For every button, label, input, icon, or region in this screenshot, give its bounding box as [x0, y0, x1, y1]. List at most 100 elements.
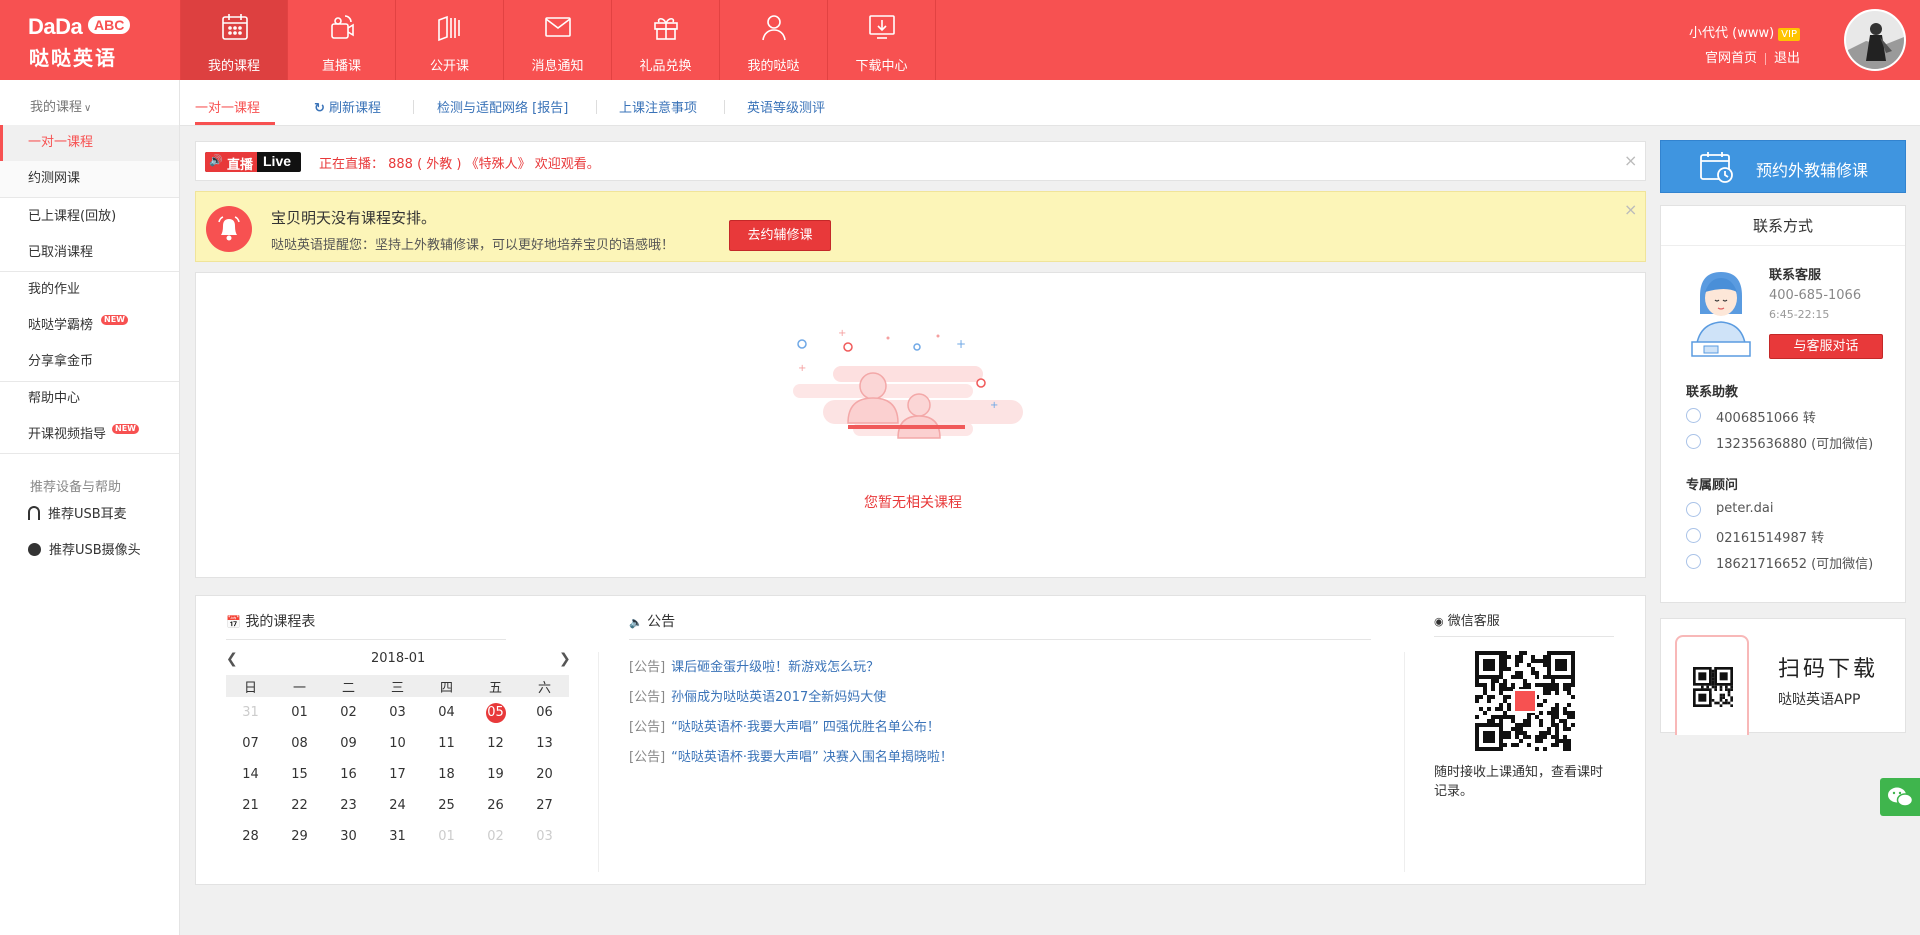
calendar-day[interactable]: 03 [520, 821, 569, 852]
calendar-day[interactable]: 01 [422, 821, 471, 852]
calendar-day[interactable]: 01 [275, 697, 324, 728]
calendar-day[interactable]: 30 [324, 821, 373, 852]
calendar-day[interactable]: 24 [373, 790, 422, 821]
divider [1404, 652, 1405, 872]
announce-item[interactable]: [公告] 孙俪成为哒哒英语2017全新妈妈大使 [629, 686, 886, 705]
nav-open-class[interactable]: 公开课 [396, 0, 504, 80]
live-text[interactable]: 正在直播： 888 ( 外教 ) 《特殊人》 欢迎观看。 [319, 153, 600, 172]
sidebar-item-help-center[interactable]: 帮助中心 [0, 381, 179, 417]
next-month-button[interactable]: ❯ [559, 651, 571, 667]
calendar-day[interactable]: 09 [324, 728, 373, 759]
announce-tag: [公告] [629, 660, 666, 675]
calendar-icon [222, 14, 248, 40]
tab-class-notes[interactable]: 上课注意事项 [619, 97, 697, 116]
nav-my-dada[interactable]: 我的哒哒 [720, 0, 828, 80]
calendar-day[interactable]: 05 [471, 697, 520, 728]
floating-wechat-button[interactable] [1880, 778, 1920, 816]
tab-refresh[interactable]: ↻ 刷新课程 [314, 97, 381, 116]
wechat-icon: ◉ [1434, 615, 1444, 628]
calendar-day[interactable]: 11 [422, 728, 471, 759]
close-icon[interactable]: × [1624, 200, 1637, 219]
calendar-day[interactable]: 29 [275, 821, 324, 852]
tab-level-test[interactable]: 英语等级测评 [747, 97, 825, 116]
calendar-day[interactable]: 07 [226, 728, 275, 759]
sidebar-item-leaderboard[interactable]: 哒哒学霸榜 NEW [0, 308, 179, 344]
calendar-day[interactable]: 28 [226, 821, 275, 852]
phone-icon [1686, 408, 1701, 423]
chat-service-button[interactable]: 与客服对话 [1769, 334, 1883, 359]
avatar[interactable] [1844, 9, 1906, 71]
nav-gift-exchange[interactable]: 礼品兑换 [612, 0, 720, 80]
calendar-day[interactable]: 02 [471, 821, 520, 852]
sidebar-item-past-courses[interactable]: 已上课程(回放) [0, 199, 179, 235]
book-foreign-tutor-button[interactable]: 预约外教辅修课 [1660, 140, 1906, 193]
announce-item[interactable]: [公告] “哒哒英语杯·我要大声唱” 决赛入围名单揭晓啦！ [629, 746, 953, 765]
contact-value: 02161514987 转 [1716, 531, 1825, 546]
calendar-day[interactable]: 20 [520, 759, 569, 790]
sidebar-item-one-on-one[interactable]: 一对一课程 [0, 125, 179, 161]
sidebar-item-trial-class[interactable]: 约测网课 [0, 161, 179, 197]
weekday-header: 四 [422, 675, 471, 697]
calendar-day[interactable]: 10 [373, 728, 422, 759]
top-header: DaDa ABC 哒哒英语 我的课程 直播课 公开课 消息通知 礼品兑换 我的哒… [0, 0, 1920, 80]
calendar-day[interactable]: 31 [226, 697, 275, 728]
sidebar-item-cancelled[interactable]: 已取消课程 [0, 235, 179, 271]
calendar-day[interactable]: 15 [275, 759, 324, 790]
sidebar-item-share-coins[interactable]: 分享拿金币 [0, 344, 179, 380]
logout-link[interactable]: 退出 [1766, 51, 1800, 66]
calendar-day[interactable]: 27 [520, 790, 569, 821]
announce-link[interactable]: “哒哒英语杯·我要大声唱” 决赛入围名单揭晓啦！ [671, 750, 953, 765]
sidebar-item-video-guide[interactable]: 开课视频指导 NEW [0, 417, 179, 453]
nav-live-class[interactable]: 直播课 [288, 0, 396, 80]
nav-label: 公开课 [429, 59, 469, 74]
calendar-day[interactable]: 02 [324, 697, 373, 728]
close-icon[interactable]: × [1624, 151, 1637, 170]
tab-network-test[interactable]: 检测与适配网络 [报告] [437, 97, 568, 116]
calendar-day[interactable]: 13 [520, 728, 569, 759]
calendar-day[interactable]: 19 [471, 759, 520, 790]
tab-one-on-one[interactable]: 一对一课程 [195, 97, 260, 116]
calendar-day[interactable]: 12 [471, 728, 520, 759]
calendar-day[interactable]: 23 [324, 790, 373, 821]
main-nav: 我的课程 直播课 公开课 消息通知 礼品兑换 我的哒哒 下载中心 [180, 0, 936, 80]
wechat-qr-code [1475, 651, 1575, 751]
nav-download-center[interactable]: 下载中心 [828, 0, 936, 80]
announce-link[interactable]: “哒哒英语杯·我要大声唱” 四强优胜名单公布！ [671, 720, 940, 735]
empty-text: 您暂无相关课程 [864, 495, 962, 511]
sidebar-head[interactable]: 我的课程 ∨ [30, 96, 91, 115]
calendar-day[interactable]: 21 [226, 790, 275, 821]
calendar-day[interactable]: 14 [226, 759, 275, 790]
announce-item[interactable]: [公告] 课后砸金蛋升级啦！新游戏怎么玩？ [629, 656, 879, 675]
calendar-day[interactable]: 08 [275, 728, 324, 759]
calendar-day[interactable]: 18 [422, 759, 471, 790]
sidebar-item-homework[interactable]: 我的作业 [0, 272, 179, 308]
sidebar-item-label: 已上课程(回放) [28, 209, 117, 224]
app-download-panel[interactable]: 扫码下载 哒哒英语APP [1660, 618, 1906, 735]
nav-my-courses[interactable]: 我的课程 [180, 0, 288, 80]
left-sidebar: 我的课程 ∨ 一对一课程 约测网课 已上课程(回放) 已取消课程 我的作业 哒哒学… [0, 80, 180, 935]
calendar-day[interactable]: 16 [324, 759, 373, 790]
announce-item[interactable]: [公告] “哒哒英语杯·我要大声唱” 四强优胜名单公布！ [629, 716, 940, 735]
prev-month-button[interactable]: ❮ [226, 651, 238, 667]
sidebar-item-usb-headset[interactable]: 推荐USB耳麦 [0, 497, 179, 533]
nav-messages[interactable]: 消息通知 [504, 0, 612, 80]
calendar-day[interactable]: 04 [422, 697, 471, 728]
user-name[interactable]: 小代代 (www) [1689, 26, 1774, 41]
calendar-day[interactable]: 06 [520, 697, 569, 728]
announce-link[interactable]: 课后砸金蛋升级啦！新游戏怎么玩？ [671, 660, 879, 675]
calendar-day[interactable]: 25 [422, 790, 471, 821]
calendar-day[interactable]: 17 [373, 759, 422, 790]
calendar-day[interactable]: 03 [373, 697, 422, 728]
live-badge: 🔊 直播 Live [205, 152, 301, 173]
sidebar-item-usb-camera[interactable]: 推荐USB摄像头 [0, 533, 179, 569]
wechat-title-label: 微信客服 [1447, 614, 1500, 629]
book-tutor-button[interactable]: 去约辅修课 [729, 220, 831, 251]
official-home-link[interactable]: 官网首页 [1697, 51, 1765, 66]
person-icon [1686, 502, 1701, 517]
customer-service-illustration [1691, 272, 1751, 357]
dada-logo[interactable]: DaDa ABC 哒哒英语 [28, 12, 140, 70]
announce-link[interactable]: 孙俪成为哒哒英语2017全新妈妈大使 [671, 690, 886, 705]
calendar-day[interactable]: 26 [471, 790, 520, 821]
calendar-day[interactable]: 31 [373, 821, 422, 852]
calendar-day[interactable]: 22 [275, 790, 324, 821]
